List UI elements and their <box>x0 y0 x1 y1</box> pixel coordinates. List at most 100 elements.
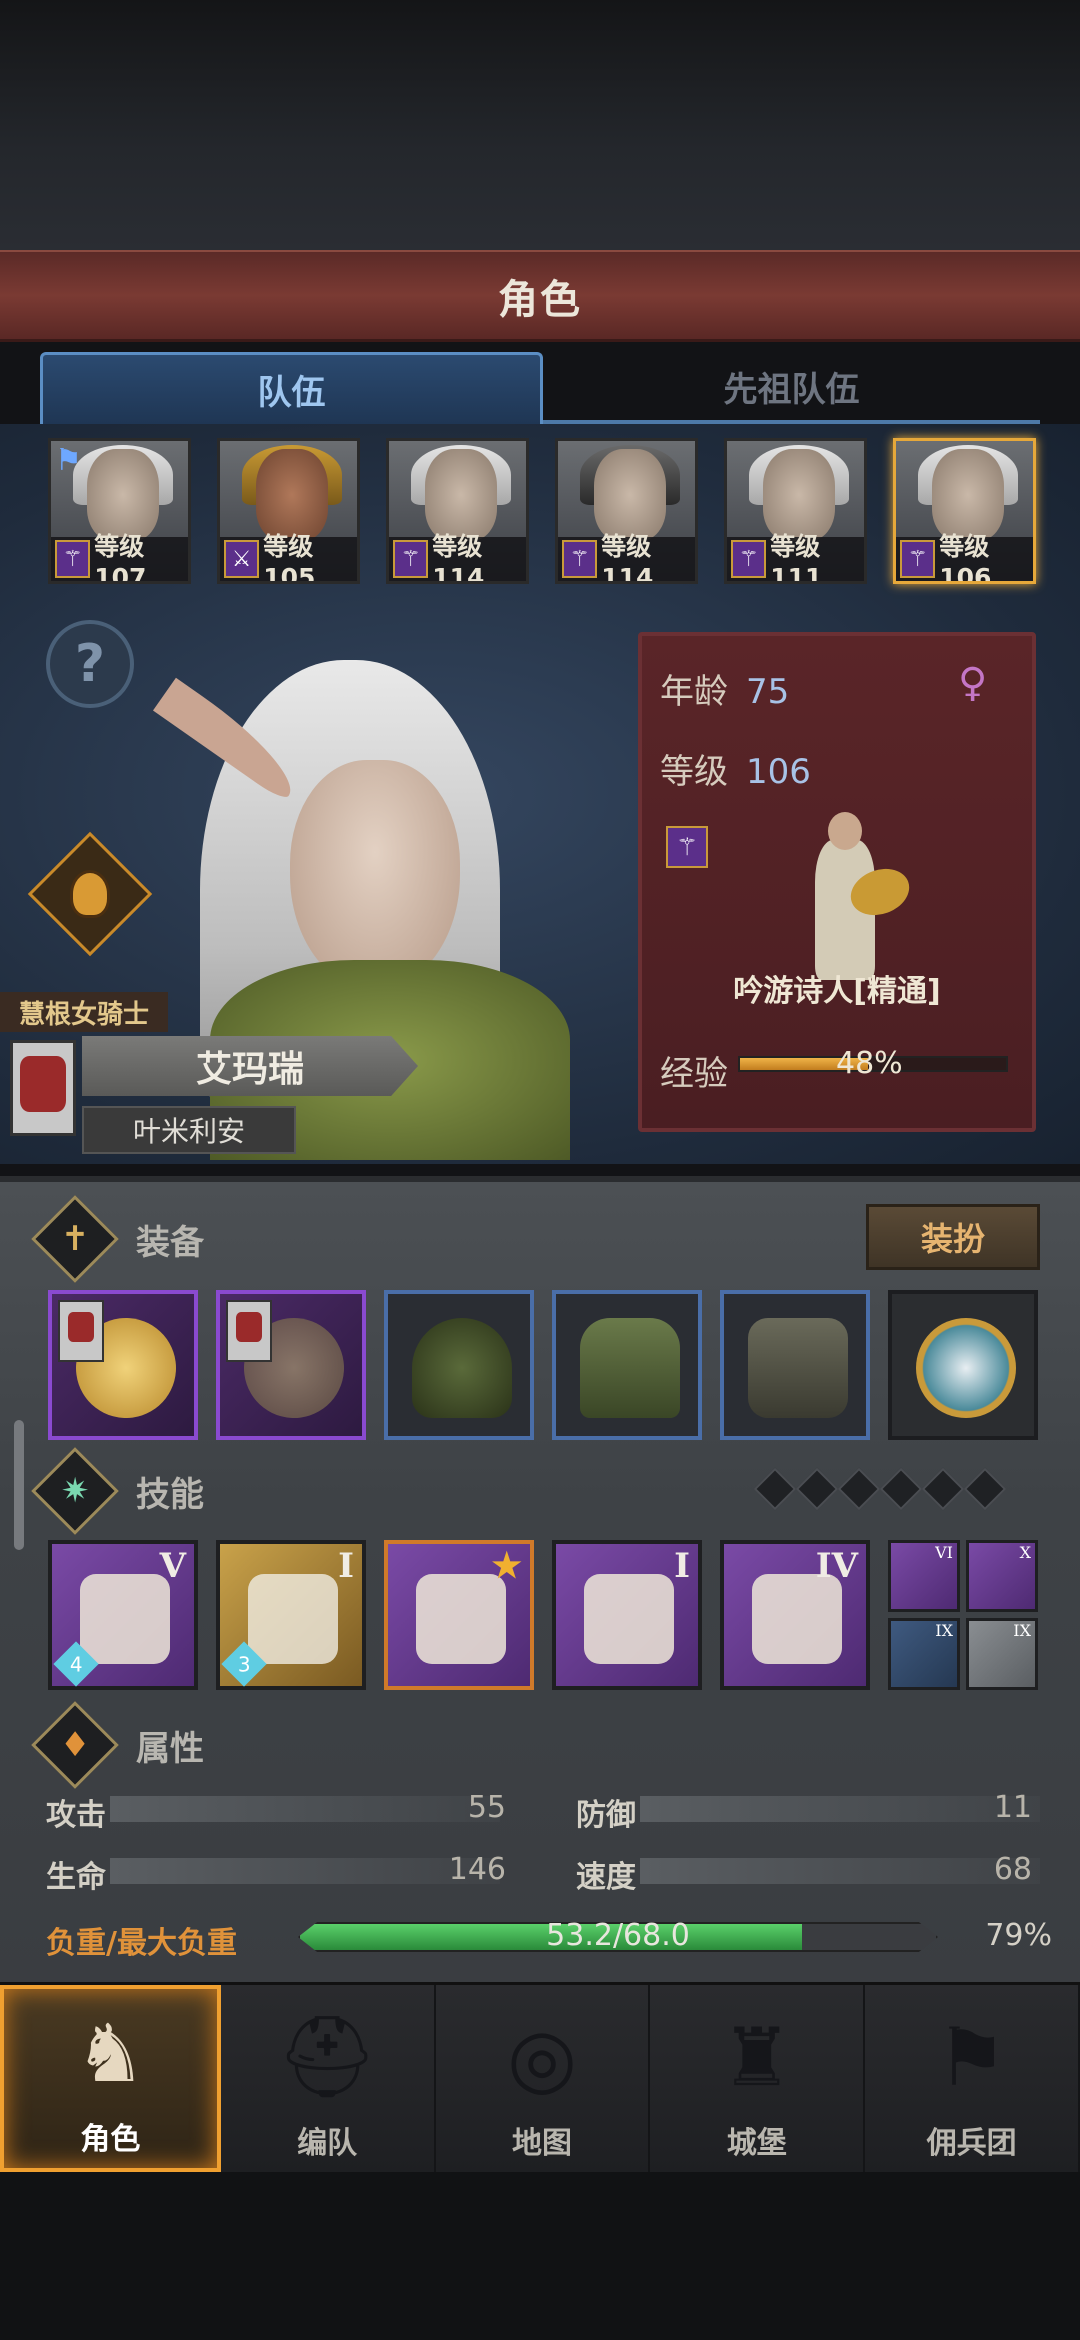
skill-rank: IV <box>815 1546 858 1586</box>
staff-icon: ⚚ <box>731 540 767 578</box>
staff-icon: ⚚ <box>666 826 708 868</box>
skill-slot-4[interactable]: I <box>552 1540 702 1690</box>
shield-heal-icon <box>248 1574 338 1664</box>
age-label: 年龄 <box>660 672 728 712</box>
castle-icon: ♜ <box>720 2010 793 2104</box>
roster-slot-3[interactable]: ⚚ 等级114 <box>386 438 529 584</box>
team-tabs: 队伍 先祖队伍 <box>40 352 1040 424</box>
equip-slot-weapon[interactable] <box>48 1290 198 1440</box>
exp-percent: 48% <box>836 1046 903 1081</box>
skill-rank: IX <box>1013 1621 1031 1640</box>
mercenary-banner-icon: ⚑ <box>935 2010 1008 2104</box>
female-icon: ♀ <box>958 660 988 706</box>
skill-rank: I <box>338 1546 354 1586</box>
nav-label: 城堡 <box>726 2126 787 2161</box>
defense-value: 11 <box>993 1790 1032 1825</box>
defense-label: 防御 <box>576 1798 636 1833</box>
character-name[interactable]: 艾玛瑞 <box>82 1036 418 1096</box>
roster-slot-1[interactable]: ⚑ ⚚ 等级107 <box>48 438 191 584</box>
equipment-row <box>48 1290 1040 1442</box>
level-bar: ⚚ 等级107 <box>51 532 188 581</box>
level-text: 等级111 <box>770 531 823 584</box>
skill-slot-indicators <box>753 1467 1040 1514</box>
roster-slot-5[interactable]: ⚚ 等级111 <box>724 438 867 584</box>
music-note-icon <box>80 1574 170 1664</box>
level-text: 等级107 <box>94 531 147 584</box>
top-status-area <box>0 0 1080 250</box>
title-banner: 角色 <box>0 250 1080 342</box>
roster-slot-2[interactable]: ⚔ 等级105 <box>217 438 360 584</box>
job-name[interactable]: 吟游诗人[精通] <box>638 966 1036 1010</box>
level-bar: ⚚ 等级106 <box>896 532 1033 581</box>
passive-skill-1[interactable]: VI <box>888 1540 960 1612</box>
equip-slot-body[interactable] <box>552 1290 702 1440</box>
character-subtitle: 叶米利安 <box>82 1106 296 1154</box>
character-face <box>290 760 460 990</box>
hp-value: 146 <box>448 1852 506 1887</box>
guild-banner-icon <box>58 1300 104 1362</box>
hood-icon <box>412 1318 512 1418</box>
equip-slot-offhand[interactable] <box>216 1290 366 1440</box>
passive-skills: VI X IX IX <box>888 1540 1038 1690</box>
level-label: 等级 <box>660 752 728 792</box>
attack-value: 55 <box>467 1790 506 1825</box>
passive-skill-3[interactable]: IX <box>888 1618 960 1690</box>
nav-formation[interactable]: ⛑ 编队 <box>221 1985 436 2172</box>
nav-label: 佣兵团 <box>926 2126 1017 2161</box>
scroll-indicator[interactable] <box>14 1420 24 1550</box>
nav-map[interactable]: ◎ 地图 <box>436 1985 651 2172</box>
tab-ancestor-team[interactable]: 先祖队伍 <box>543 352 1040 424</box>
level-text: 等级114 <box>432 531 485 584</box>
help-icon[interactable]: ? <box>46 620 134 708</box>
level-bar: ⚚ 等级114 <box>389 532 526 581</box>
staff-icon: ⚚ <box>562 540 598 578</box>
speed-label: 速度 <box>576 1860 636 1895</box>
skills-title: 技能 <box>136 1474 204 1515</box>
tab-team[interactable]: 队伍 <box>40 352 543 424</box>
skill-slot-2[interactable]: I 3 <box>216 1540 366 1690</box>
dress-up-button[interactable]: 装扮 <box>866 1204 1040 1270</box>
compass-map-icon: ◎ <box>507 2010 577 2104</box>
skill-slot-3[interactable]: ★ <box>384 1540 534 1690</box>
cross-icon: ✝ <box>31 1195 119 1283</box>
empty-slot-diamond <box>837 1467 881 1511</box>
empty-slot-diamond <box>921 1467 965 1511</box>
skill-rank: X <box>1019 1543 1031 1562</box>
nav-mercenary[interactable]: ⚑ 佣兵团 <box>865 1985 1080 2172</box>
tunic-icon <box>580 1318 680 1418</box>
equipment-header: ✝ 装备 <box>31 1195 844 1283</box>
crystal-hand-icon <box>584 1574 674 1664</box>
hp-label: 生命 <box>46 1860 106 1895</box>
skill-rank: VI <box>935 1543 953 1562</box>
age-row: 年龄 75 <box>660 664 789 713</box>
roster: ⚑ ⚚ 等级107 ⚔ 等级105 ⚚ 等级114 ⚚ 等级114 ⚚ 等级11… <box>48 438 1038 584</box>
staff-icon: ⚚ <box>393 540 429 578</box>
bottom-nav: ♞ 角色 ⛑ 编队 ◎ 地图 ♜ 城堡 ⚑ 佣兵团 <box>0 1982 1080 2172</box>
nav-castle[interactable]: ♜ 城堡 <box>650 1985 866 2172</box>
equipment-title: 装备 <box>136 1222 204 1263</box>
passive-skill-2[interactable]: X <box>966 1540 1038 1612</box>
attack-label: 攻击 <box>46 1798 106 1833</box>
level-bar: ⚔ 等级105 <box>220 532 357 581</box>
nav-character[interactable]: ♞ 角色 <box>0 1985 221 2172</box>
roster-slot-6[interactable]: ⚚ 等级106 <box>893 438 1036 584</box>
equip-slot-feet[interactable] <box>720 1290 870 1440</box>
load-label: 负重/最大负重 <box>46 1926 237 1961</box>
roster-slot-4[interactable]: ⚚ 等级114 <box>555 438 698 584</box>
equip-slot-accessory[interactable] <box>888 1290 1038 1440</box>
load-percent: 79% <box>985 1918 1052 1953</box>
skill-rank: V <box>159 1546 186 1586</box>
page-title: 角色 <box>498 276 582 323</box>
passive-skill-4[interactable]: IX <box>966 1618 1038 1690</box>
exp-label: 经验 <box>660 1054 728 1094</box>
attributes-header: ♦ 属性 <box>31 1701 744 1789</box>
equip-slot-head[interactable] <box>384 1290 534 1440</box>
empty-slot-diamond <box>963 1467 1007 1511</box>
nav-label: 地图 <box>511 2126 572 2161</box>
skill-slot-1[interactable]: V 4 <box>48 1540 198 1690</box>
staff-icon: ⚚ <box>900 540 936 578</box>
crystal-music-icon <box>416 1574 506 1664</box>
level-text: 等级114 <box>601 531 654 584</box>
load-value: 53.2/68.0 <box>546 1918 690 1953</box>
skill-slot-5[interactable]: IV <box>720 1540 870 1690</box>
